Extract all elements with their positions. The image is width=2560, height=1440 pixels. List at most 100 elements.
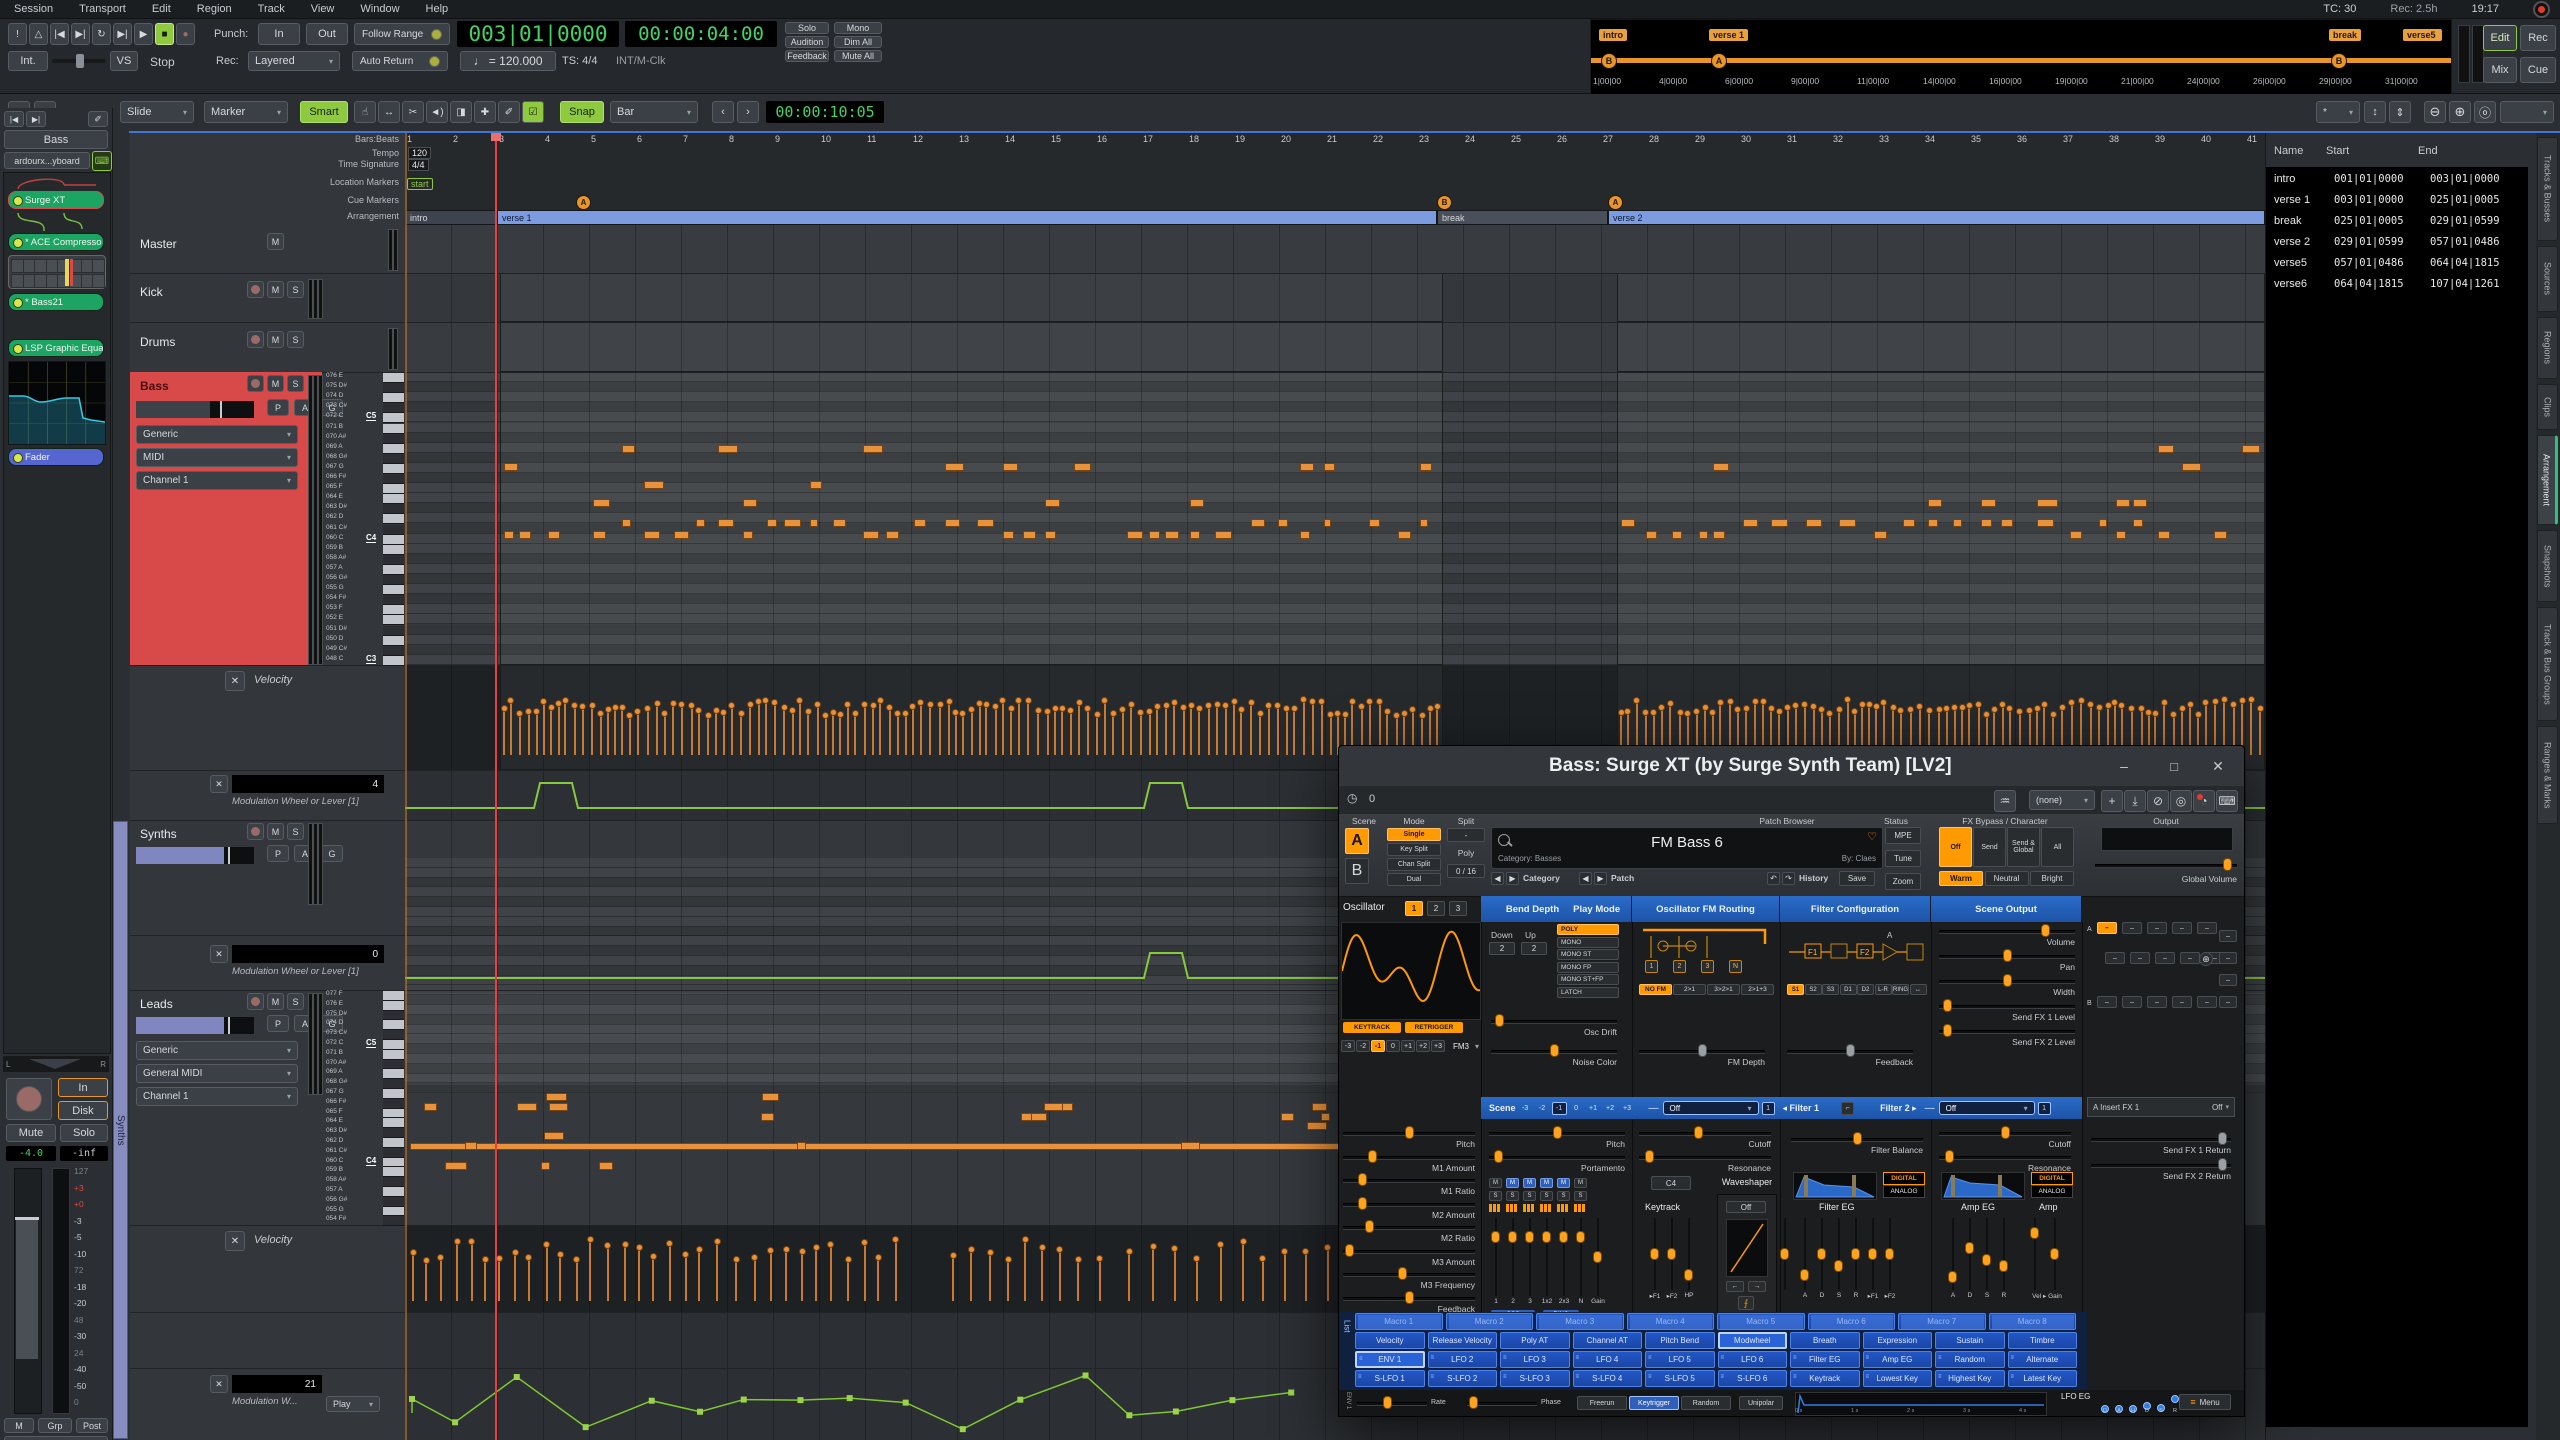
velocity-stem[interactable] (749, 703, 751, 755)
velocity-stem[interactable] (1112, 712, 1115, 755)
modslfo-keytrack[interactable]: Keytrack ≡ (1790, 1370, 1860, 1387)
edit-point-select[interactable]: Marker ▾ (204, 101, 288, 123)
amp-eg-slider-1[interactable] (1965, 1242, 1974, 1254)
left-param-m2-amount-knob[interactable] (1357, 1196, 1367, 1210)
mini-marker-intro[interactable]: intro (1599, 29, 1627, 41)
midi-note[interactable] (1671, 531, 1682, 539)
menu-item-session[interactable]: Session (14, 3, 53, 15)
fm-depth-slider[interactable]: FM Depth (1639, 1044, 1765, 1068)
table-row[interactable]: verse5 057|01|0486 064|04|1815 (2266, 257, 2528, 277)
velocity-lollipop[interactable] (1217, 1240, 1225, 1248)
piano-key[interactable] (383, 433, 404, 444)
velocity-lollipop[interactable] (1858, 700, 1866, 708)
midi-note[interactable] (643, 531, 660, 539)
velocity-stem[interactable] (1001, 700, 1004, 755)
velocity-lollipop[interactable] (1872, 702, 1880, 710)
output-button[interactable]: Master (4, 1436, 108, 1440)
left-param-m3-frequency-knob[interactable] (1398, 1267, 1408, 1280)
monitor-disk-button[interactable]: Disk (58, 1101, 108, 1120)
bend-down-value[interactable]: 2 (1489, 942, 1515, 955)
velocity-stem[interactable] (872, 704, 875, 755)
osc-octave--3[interactable]: -3 (1341, 1040, 1355, 1052)
velocity-stem[interactable] (1326, 1247, 1329, 1301)
piano-key[interactable] (383, 564, 404, 575)
regions-col-header-start[interactable]: Start (2318, 145, 2410, 165)
velocity-stem[interactable] (829, 1244, 832, 1301)
midi-note[interactable] (1299, 463, 1315, 471)
keytrack-slider-0[interactable] (1650, 1248, 1659, 1260)
modsrc-sustain[interactable]: Sustain (1935, 1332, 2005, 1349)
audition-indicator[interactable]: Audition (785, 36, 829, 48)
velocity-lollipop[interactable] (1935, 706, 1943, 714)
midi-note[interactable] (2000, 519, 2013, 527)
lane-close-icon[interactable]: ✕ (225, 671, 245, 691)
modlfo-lfo-4[interactable]: LFO 4 ≡ (1572, 1351, 1642, 1368)
velocity-stem[interactable] (911, 705, 914, 755)
filter2-resonance-knob[interactable] (1945, 1150, 1955, 1163)
velocity-stem[interactable] (1311, 700, 1314, 755)
table-row[interactable]: verse 2 029|01|0599 057|01|0486 (2266, 236, 2528, 256)
midi-note[interactable] (1323, 519, 1332, 527)
punch-in-button[interactable]: In (258, 23, 300, 45)
fx-slot[interactable]: – (2219, 930, 2237, 942)
velocity-stem[interactable] (564, 699, 567, 755)
midi-note[interactable] (1307, 1122, 1327, 1131)
velocity-lollipop[interactable] (1907, 705, 1915, 713)
filter-eg-slider-3[interactable] (1851, 1248, 1860, 1260)
velocity-lollipop[interactable] (2040, 700, 2048, 708)
velocity-lollipop[interactable] (732, 1255, 740, 1263)
mixer-slider-0[interactable] (1491, 1231, 1500, 1244)
midi-note[interactable] (1743, 519, 1758, 527)
velocity-stem[interactable] (773, 702, 776, 755)
velocity-lollipop[interactable] (1990, 706, 1998, 714)
velocity-lollipop[interactable] (926, 700, 934, 708)
piano-key[interactable] (383, 514, 404, 525)
velocity-stem[interactable] (1190, 705, 1193, 755)
bypass-icon[interactable]: ◎ (2170, 790, 2192, 812)
piano-key[interactable] (383, 524, 404, 535)
midi-note[interactable] (516, 1102, 538, 1111)
prev-strip-button[interactable]: |◀ (4, 111, 24, 127)
piano-key[interactable] (383, 605, 404, 616)
solo-button[interactable]: S (287, 331, 304, 348)
patch-prev-button[interactable]: ◀ (1579, 872, 1592, 885)
arrangement-marker-B[interactable]: B (1437, 195, 1452, 210)
velocity-lollipop[interactable] (1341, 710, 1349, 718)
zoom-out-icon[interactable]: ⊖ (2424, 101, 2446, 123)
mixer-slider-1[interactable] (1508, 1231, 1517, 1244)
plugin-title-bar[interactable]: Bass: Surge XT (by Surge Synth Team) [LV… (1339, 746, 2244, 787)
punch-out-button[interactable]: Out (306, 23, 348, 45)
midi-note[interactable] (643, 481, 664, 489)
velocity-stem[interactable] (716, 1241, 719, 1301)
velocity-lollipop[interactable] (1283, 704, 1291, 712)
velocity-lollipop[interactable] (1237, 706, 1245, 714)
velocity-lollipop[interactable] (902, 709, 910, 717)
piano-key[interactable] (383, 413, 404, 424)
processor-active-led[interactable] (13, 453, 23, 463)
velocity-stem[interactable] (470, 1240, 473, 1301)
fx-slot[interactable]: – (2147, 996, 2167, 1008)
bass-select-0[interactable]: Generic ▾ (136, 425, 298, 444)
velocity-stem[interactable] (624, 1243, 627, 1301)
velocity-stem[interactable] (606, 1244, 609, 1301)
velocity-lollipop[interactable] (861, 700, 869, 708)
region-block[interactable] (1617, 372, 2265, 665)
filter-balance-slider-knob[interactable] (1852, 1132, 1862, 1145)
velocity-stem[interactable] (970, 709, 973, 755)
monitor-dim-button[interactable]: Dim All (834, 36, 882, 48)
menu-button[interactable]: ≡ Menu (2179, 1394, 2231, 1410)
synths-fader-handle[interactable] (228, 847, 230, 864)
amp-eg-digital[interactable]: DIGITAL (2031, 1172, 2073, 1185)
play-mode-mono-st[interactable]: MONO ST (1557, 949, 1619, 960)
play-mode-mono-fp[interactable]: MONO FP (1557, 961, 1619, 973)
zoom-session-icon[interactable]: ⓞ (2474, 101, 2496, 123)
velocity-stem[interactable] (697, 710, 700, 755)
record-enable-button[interactable] (247, 375, 264, 392)
play-mode-latch[interactable]: LATCH (1557, 986, 1619, 998)
velocity-stem[interactable] (1037, 710, 1040, 755)
velocity-stem[interactable] (599, 712, 602, 755)
midi-note[interactable] (2037, 519, 2054, 527)
midi-note[interactable] (1278, 519, 1289, 527)
osc-octave-+3[interactable]: +3 (1431, 1040, 1445, 1052)
velocity-lollipop[interactable] (422, 1256, 430, 1264)
